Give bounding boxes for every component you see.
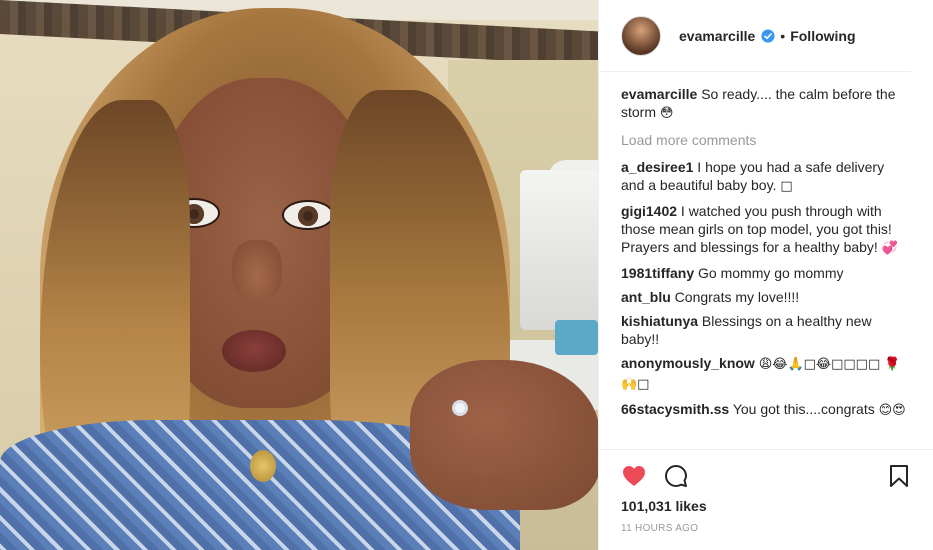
comment-text: Congrats my love!!!!	[674, 289, 800, 305]
comment-username[interactable]: 66stacysmith.ss	[621, 401, 729, 417]
ring	[452, 400, 468, 416]
like-button[interactable]	[621, 463, 647, 489]
caption-emoji: 😳	[659, 106, 674, 121]
comment-text: You got this....congrats	[732, 401, 879, 417]
caption: evamarcille So ready.... the calm before…	[621, 85, 911, 123]
verified-badge-icon	[761, 28, 775, 43]
right-eye	[282, 200, 334, 230]
blue-bin	[555, 320, 598, 355]
comment-username[interactable]: 1981tiffany	[621, 265, 694, 281]
comment-username[interactable]: gigi1402	[621, 203, 677, 219]
comment-item: a_desiree1 I hope you had a safe deliver…	[621, 158, 911, 196]
lips	[222, 330, 286, 372]
comment-item: 1981tiffany Go mommy go mommy	[621, 264, 911, 282]
separator-dot: •	[780, 27, 786, 44]
load-more-comments-button[interactable]: Load more comments	[621, 131, 911, 149]
comment-item: 66stacysmith.ss You got this....congrats…	[621, 400, 911, 420]
comment-username[interactable]: anonymously_know	[621, 355, 755, 371]
likes-count[interactable]: 101,031 likes	[599, 498, 933, 514]
post-side-panel: evamarcille • Following evamarcille So r…	[598, 0, 933, 550]
comment-text: Go mommy go mommy	[698, 265, 844, 281]
post-actions-section: 101,031 likes 11 HOURS AGO	[599, 449, 933, 534]
save-button[interactable]	[886, 463, 912, 489]
equipment	[520, 170, 598, 330]
comments-list[interactable]: evamarcille So ready.... the calm before…	[621, 85, 911, 447]
post-header: evamarcille • Following	[599, 0, 911, 72]
post-photo[interactable]	[0, 0, 598, 550]
caption-username[interactable]: evamarcille	[621, 86, 697, 102]
comment-item: kishiatunya Blessings on a healthy new b…	[621, 312, 911, 348]
header-username[interactable]: evamarcille	[679, 28, 755, 44]
comment-emoji: 😊😍	[878, 403, 906, 418]
hand	[410, 360, 598, 510]
bookmark-icon	[890, 465, 908, 487]
comment-emoji: □	[780, 179, 793, 194]
action-bar	[599, 454, 933, 498]
comment-emoji: 💞	[881, 241, 898, 256]
comment-username[interactable]: kishiatunya	[621, 313, 698, 329]
comment-icon	[665, 465, 687, 487]
heart-icon	[623, 466, 645, 486]
comment-item: gigi1402 I watched you push through with…	[621, 202, 911, 258]
comment-username[interactable]: ant_blu	[621, 289, 671, 305]
avatar[interactable]	[621, 15, 661, 56]
comment-item: anonymously_know 😩😂🙏□😂□□□□ 🌹🙌□	[621, 354, 911, 394]
post-timestamp[interactable]: 11 HOURS AGO	[599, 523, 933, 534]
comment-username[interactable]: a_desiree1	[621, 159, 693, 175]
comment-button[interactable]	[663, 463, 689, 489]
pendant	[250, 450, 276, 482]
following-button[interactable]: Following	[790, 28, 855, 44]
nose	[232, 240, 282, 300]
comment-item: ant_blu Congrats my love!!!!	[621, 288, 911, 306]
